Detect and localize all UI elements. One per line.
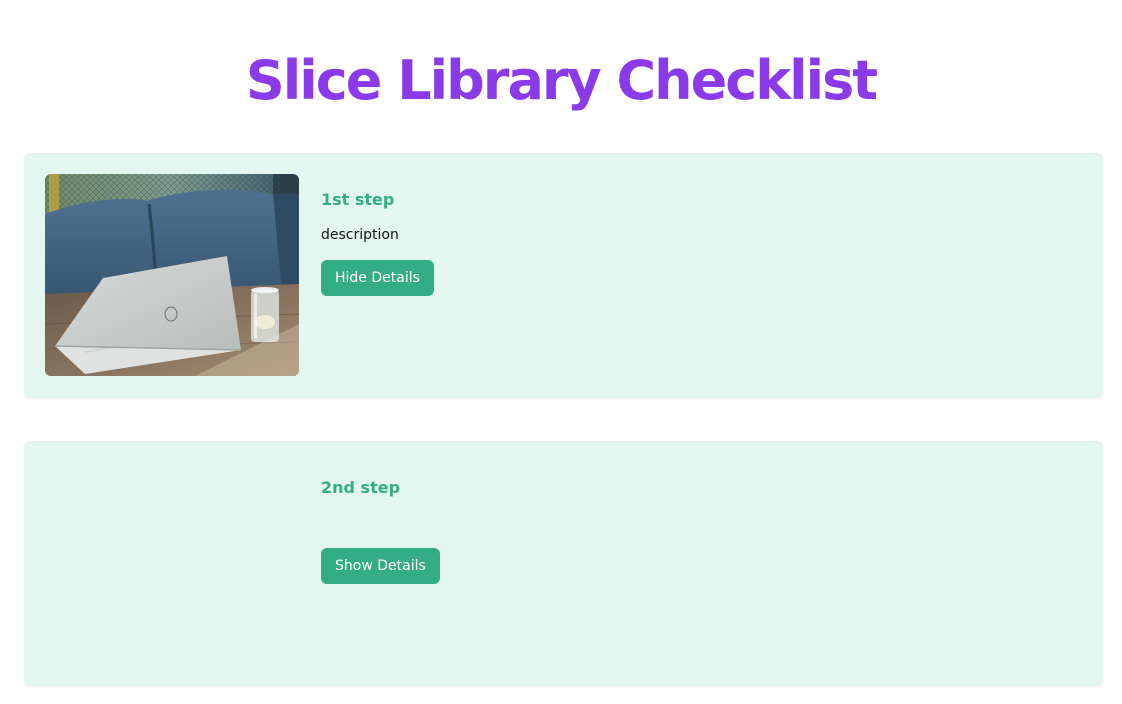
hide-details-button[interactable]: Hide Details [321,260,434,296]
step-description: description [321,227,399,243]
step-card-1: 1st step description Hide Details [24,153,1103,398]
page: Slice Library Checklist 1st step descrip… [0,0,1122,704]
step-card-2: 2nd step Show Details [24,441,1103,686]
step-title: 1st step [321,190,395,209]
page-title: Slice Library Checklist [245,49,878,112]
show-details-button[interactable]: Show Details [321,548,440,584]
step-title: 2nd step [321,478,401,497]
step-image [45,174,299,376]
laptop-photo [45,174,299,376]
